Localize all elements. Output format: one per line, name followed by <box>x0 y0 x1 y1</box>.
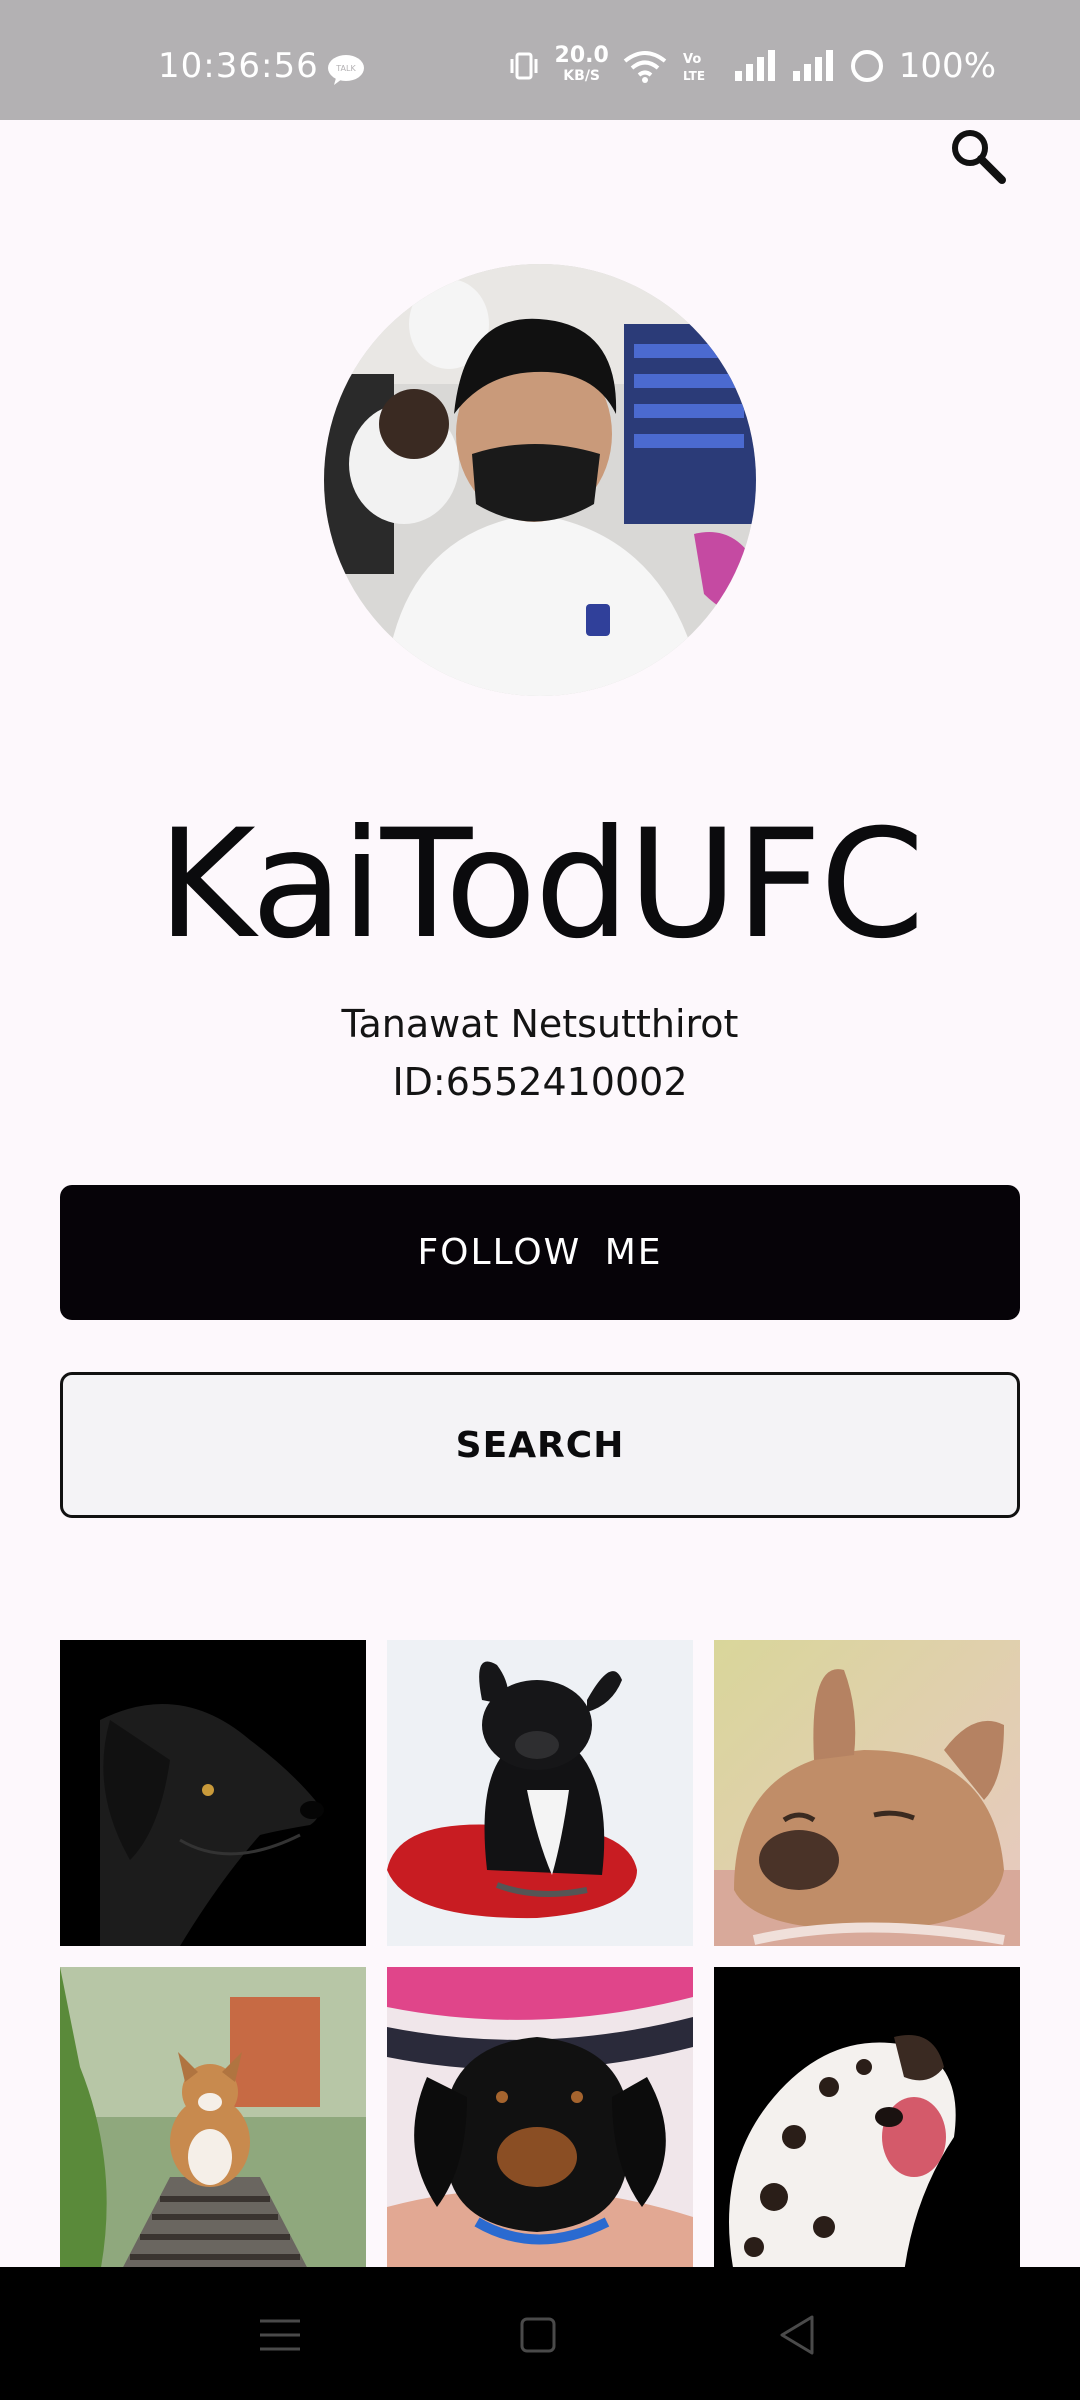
status-icons: 20.0 KB/S Vo LTE 100% <box>507 43 996 86</box>
gallery-image[interactable] <box>387 1640 693 1946</box>
wifi-icon <box>623 51 667 83</box>
menu-icon[interactable] <box>250 2307 310 2363</box>
volte-icon: Vo LTE <box>683 52 705 83</box>
back-icon[interactable] <box>768 2307 828 2363</box>
username: KaiTodUFC <box>157 798 924 972</box>
signal-icon <box>734 50 775 81</box>
user-id: ID:6552410002 <box>392 1060 688 1104</box>
svg-text:TALK: TALK <box>335 64 356 73</box>
gallery-image[interactable] <box>60 1640 366 1946</box>
svg-text:Vo: Vo <box>683 52 701 67</box>
battery-level: 100% <box>898 46 996 86</box>
full-name: Tanawat Netsutthirot <box>341 1002 739 1046</box>
battery-icon <box>850 50 883 82</box>
svg-text:LTE: LTE <box>683 69 705 83</box>
search-icon[interactable] <box>946 124 1010 188</box>
gallery-image[interactable] <box>387 1967 693 2267</box>
gallery-image[interactable] <box>60 1967 366 2267</box>
gallery-image[interactable] <box>714 1640 1020 1946</box>
home-icon[interactable] <box>508 2307 568 2363</box>
gallery-image[interactable] <box>714 1967 1020 2267</box>
avatar <box>324 264 756 696</box>
follow-me-button[interactable]: FOLLOW ME <box>60 1185 1020 1320</box>
navigation-bar <box>0 2267 1080 2400</box>
status-bar: 10:36:56 TALK 20.0 KB/S Vo LTE 100% <box>0 0 1080 120</box>
signal-icon <box>792 50 833 81</box>
search-button[interactable]: SEARCH <box>60 1372 1020 1518</box>
vibrate-icon <box>510 52 538 80</box>
talk-icon: TALK <box>328 55 364 85</box>
status-time: 10:36:56 <box>158 46 319 86</box>
network-speed: 20.0 KB/S <box>554 43 609 85</box>
